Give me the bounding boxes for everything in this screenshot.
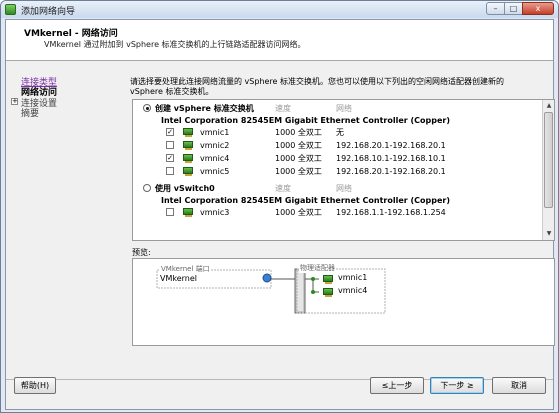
vswitch-bar-inner (297, 271, 303, 311)
port-group-label: VMkernel 端口 (160, 264, 211, 274)
nic-network: 192.168.10.1-192.168.10.1 (336, 154, 446, 163)
adapter-label: Intel Corporation 82545EM Gigabit Ethern… (161, 116, 450, 125)
radio-create-switch[interactable] (143, 104, 151, 112)
column-speed-label: 速度 (275, 104, 291, 113)
nic-icon (183, 167, 193, 176)
nav-item-summary[interactable]: 摘要 (21, 106, 39, 119)
back-button[interactable]: ≤上一步 (370, 377, 424, 394)
uplink-node (311, 277, 315, 281)
nic-icon (183, 154, 193, 163)
nic-name: vmnic4 (200, 154, 230, 163)
nic-network: 无 (336, 128, 344, 137)
vmkernel-port-name: VMkernel (160, 274, 198, 283)
list-scrollbar[interactable]: ▲ ▼ (542, 100, 554, 240)
nic-speed: 1000 全双工 (275, 154, 322, 163)
maximize-button[interactable]: □ (504, 2, 523, 15)
preview-adapter: vmnic4 (338, 286, 368, 295)
next-button[interactable]: 下一步 ≥ (430, 377, 484, 394)
page-title: VMkernel - 网络访问 (24, 29, 118, 39)
nic-row[interactable]: ✓ vmnic1 1000 全双工 无 (133, 127, 543, 138)
nic-checkbox[interactable] (166, 167, 174, 175)
nic-icon (183, 208, 193, 217)
nic-network: 192.168.20.1-192.168.20.1 (336, 167, 446, 176)
nic-checkbox[interactable] (166, 208, 174, 216)
wizard-header: VMkernel - 网络访问 VMkernel 通过附加到 vSphere 标… (6, 20, 553, 61)
window-title: 添加网络向导 (21, 7, 76, 17)
nic-icon (183, 128, 193, 137)
nic-name: vmnic5 (200, 167, 230, 176)
scroll-down-icon[interactable]: ▼ (544, 229, 554, 239)
switch-adapter-list[interactable]: 创建 vSphere 标准交换机 速度 网络 Intel Corporation… (132, 99, 555, 241)
preview-panel: VMkernel 端口 VMkernel 物理适配器 vmnic1 vmnic4 (132, 258, 555, 346)
adapter-label: Intel Corporation 82545EM Gigabit Ethern… (161, 196, 450, 205)
preview-label: 预览: (132, 248, 151, 257)
instructions: 请选择要处理此连接网络流量的 vSphere 标准交换机。您也可以使用以下列出的… (130, 77, 504, 96)
nic-checkbox[interactable]: ✓ (166, 128, 174, 136)
page-subtitle: VMkernel 通过附加到 vSphere 标准交换机的上行链路适配器访问网络… (44, 40, 306, 49)
nic-checkbox[interactable] (166, 141, 174, 149)
group-use-vswitch0[interactable]: 使用 vSwitch0 速度 网络 (133, 183, 543, 194)
nic-row[interactable]: vmnic2 1000 全双工 192.168.20.1-192.168.20.… (133, 140, 543, 151)
physical-adapters-label: 物理适配器 (299, 263, 336, 273)
nic-speed: 1000 全双工 (275, 167, 322, 176)
column-speed-label: 速度 (275, 184, 291, 193)
close-button[interactable]: x (522, 2, 554, 15)
scroll-up-icon[interactable]: ▲ (544, 101, 554, 111)
nic-speed: 1000 全双工 (275, 141, 322, 150)
nic-row[interactable]: vmnic5 1000 全双工 192.168.20.1-192.168.20.… (133, 166, 543, 177)
uplink-node (311, 290, 315, 294)
group-create-switch[interactable]: 创建 vSphere 标准交换机 速度 网络 (133, 103, 543, 114)
nic-icon (323, 275, 333, 284)
cancel-button[interactable]: 取消 (492, 377, 546, 394)
nic-row[interactable]: ✓ vmnic4 1000 全双工 192.168.10.1-192.168.1… (133, 153, 543, 164)
nic-checkbox[interactable]: ✓ (166, 154, 174, 162)
nic-name: vmnic3 (200, 208, 230, 217)
nic-icon (323, 288, 333, 297)
preview-adapter: vmnic1 (338, 273, 368, 282)
expand-icon[interactable]: + (11, 98, 18, 105)
wizard-app-icon (5, 4, 16, 15)
column-network-label: 网络 (336, 184, 352, 193)
nic-name: vmnic2 (200, 141, 230, 150)
scroll-thumb[interactable] (544, 112, 553, 208)
wizard-window: 添加网络向导 – □ x VMkernel - 网络访问 VMkernel 通过… (0, 0, 559, 413)
group-label: 使用 vSwitch0 (155, 184, 215, 193)
nic-speed: 1000 全双工 (275, 208, 322, 217)
nic-speed: 1000 全双工 (275, 128, 322, 137)
nic-row[interactable]: vmnic3 1000 全双工 192.168.1.1-192.168.1.25… (133, 207, 543, 218)
nic-name: vmnic1 (200, 128, 230, 137)
column-network-label: 网络 (336, 104, 352, 113)
title-bar[interactable]: 添加网络向导 – □ x (1, 1, 558, 18)
wizard-nav: 连接类型 网络访问 + 连接设置 摘要 (6, 72, 126, 377)
group-label: 创建 vSphere 标准交换机 (155, 104, 254, 113)
help-button[interactable]: 帮助(H) (14, 377, 56, 394)
wizard-body: VMkernel - 网络访问 VMkernel 通过附加到 vSphere 标… (5, 19, 555, 410)
vmkernel-icon (262, 273, 272, 283)
nic-icon (183, 141, 193, 150)
window-controls: – □ x (486, 2, 554, 15)
radio-use-vswitch0[interactable] (143, 184, 151, 192)
minimize-button[interactable]: – (486, 2, 505, 15)
nic-network: 192.168.20.1-192.168.20.1 (336, 141, 446, 150)
nic-network: 192.168.1.1-192.168.1.254 (336, 208, 446, 217)
